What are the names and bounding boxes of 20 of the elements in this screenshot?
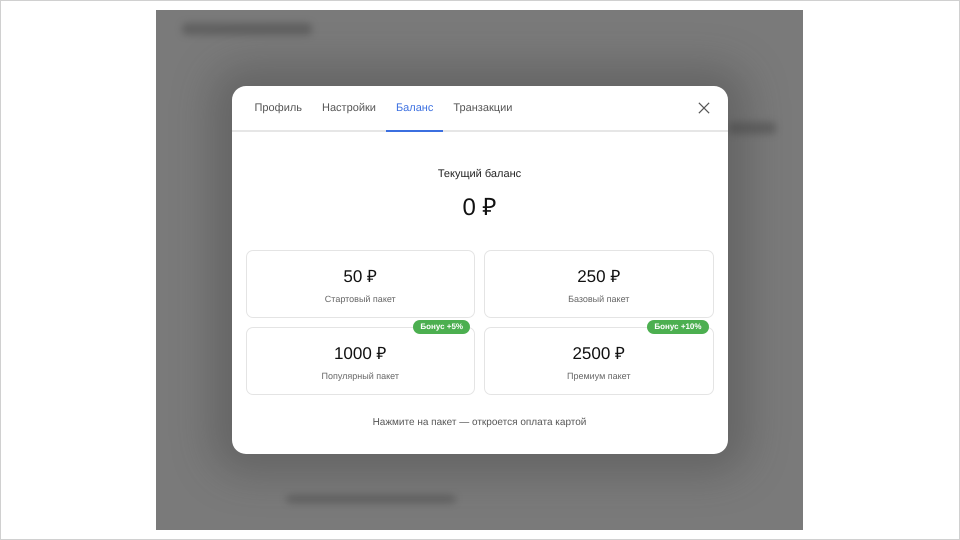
package-name: Премиум пакет [566, 371, 631, 381]
bonus-badge: Бонус +5% [413, 320, 470, 334]
tab[interactable]: Профиль [244, 86, 312, 132]
balance-amount: 0 ₽ [462, 193, 496, 222]
package-amount: 2500 ₽ [572, 343, 626, 364]
package-name: Популярный пакет [322, 371, 399, 381]
hint-text: Нажмите на пакет — откроется оплата картой [372, 417, 586, 428]
tab[interactable]: Баланс [386, 86, 444, 132]
package-card[interactable]: 50 ₽ Стартовый пакет [246, 250, 475, 318]
package-card[interactable]: 250 ₽ Базовый пакет [484, 250, 714, 318]
balance-label: Текущий баланс [438, 168, 522, 180]
package-amount: 50 ₽ [343, 266, 378, 287]
tab[interactable]: Транзакции [443, 86, 522, 132]
package-name: Базовый пакет [568, 294, 630, 304]
tab[interactable]: Настройки [312, 86, 386, 132]
close-icon[interactable] [698, 102, 710, 114]
package-name: Стартовый пакет [324, 294, 396, 304]
bonus-badge: Бонус +10% [647, 320, 708, 334]
package-amount: 250 ₽ [577, 266, 620, 287]
package-amount: 1000 ₽ [334, 343, 387, 364]
